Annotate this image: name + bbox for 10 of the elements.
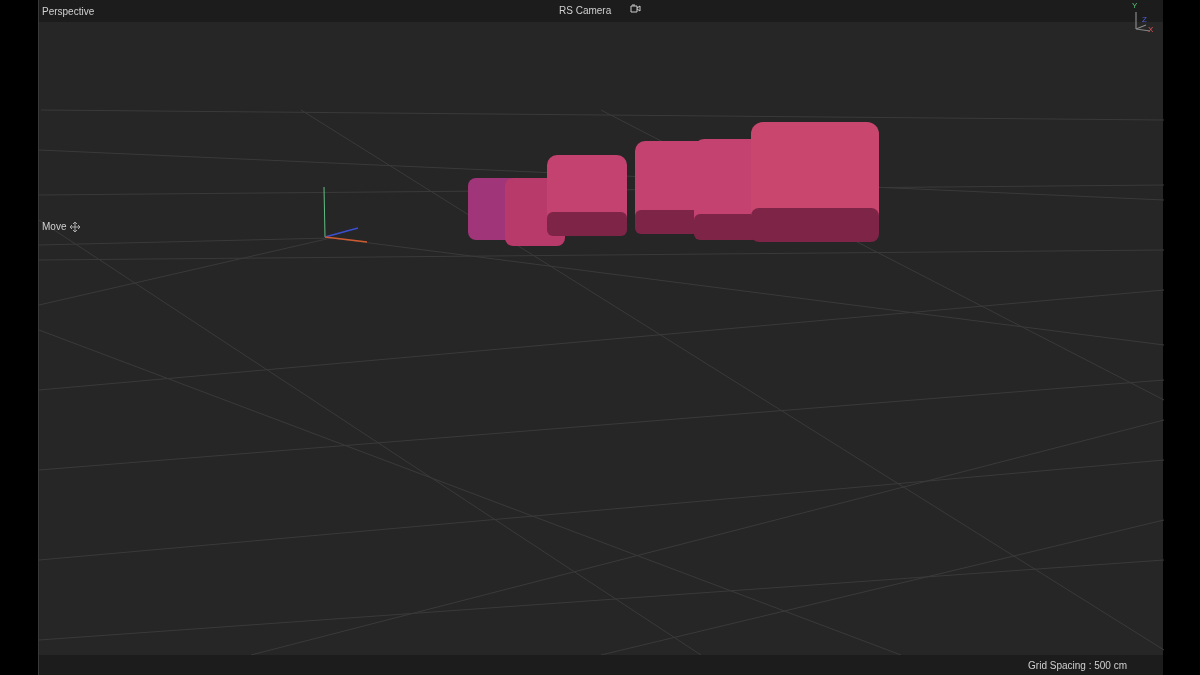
tool-name: Move bbox=[42, 220, 67, 234]
grid-spacing-label: Grid Spacing : 500 cm bbox=[1028, 658, 1127, 673]
camera-icon[interactable] bbox=[630, 4, 641, 13]
view-name[interactable]: Perspective bbox=[42, 3, 95, 19]
x-axis-label: X bbox=[1148, 26, 1154, 34]
z-axis-label: Z bbox=[1142, 16, 1147, 24]
move-icon bbox=[70, 221, 81, 232]
origin-axes-icon bbox=[323, 186, 368, 243]
y-axis-label: Y bbox=[1132, 2, 1138, 10]
camera-label[interactable]: RS Camera bbox=[559, 3, 612, 18]
